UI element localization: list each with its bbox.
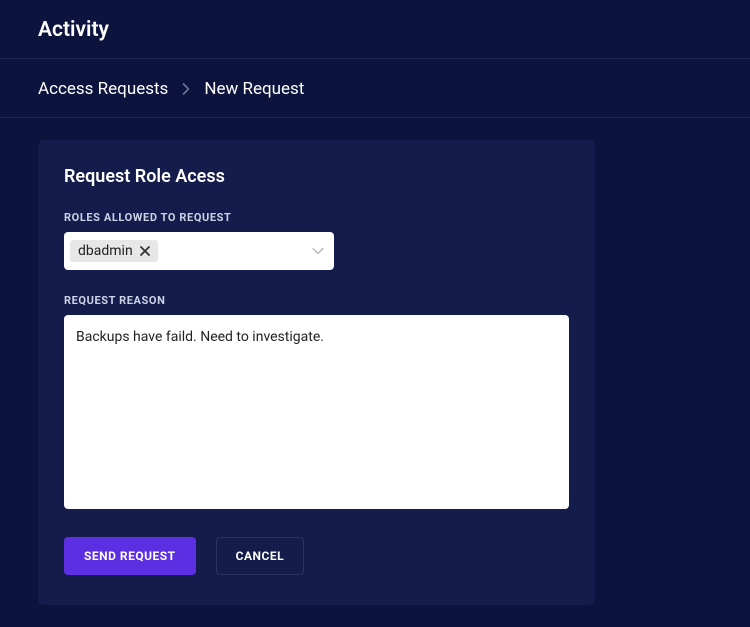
roles-select[interactable]: dbadmin: [64, 232, 334, 270]
header: Activity: [0, 0, 750, 59]
breadcrumb: Access Requests New Request: [0, 59, 750, 118]
page-title: Activity: [38, 18, 712, 42]
content: Request Role Acess ROLES ALLOWED TO REQU…: [0, 118, 750, 627]
roles-label: ROLES ALLOWED TO REQUEST: [64, 211, 569, 224]
breadcrumb-link-access-requests[interactable]: Access Requests: [38, 79, 168, 99]
role-chip: dbadmin: [70, 240, 158, 262]
card-title: Request Role Acess: [64, 166, 569, 187]
close-icon[interactable]: [140, 246, 150, 256]
breadcrumb-current: New Request: [204, 79, 304, 99]
role-chip-label: dbadmin: [78, 243, 133, 259]
chevron-right-icon: [182, 83, 190, 95]
reason-label: REQUEST REASON: [64, 294, 569, 307]
chevron-down-icon: [312, 247, 324, 255]
cancel-button[interactable]: CANCEL: [216, 537, 304, 575]
button-row: SEND REQUEST CANCEL: [64, 537, 569, 575]
reason-textarea[interactable]: [64, 315, 569, 509]
request-card: Request Role Acess ROLES ALLOWED TO REQU…: [38, 140, 595, 605]
send-request-button[interactable]: SEND REQUEST: [64, 537, 196, 575]
